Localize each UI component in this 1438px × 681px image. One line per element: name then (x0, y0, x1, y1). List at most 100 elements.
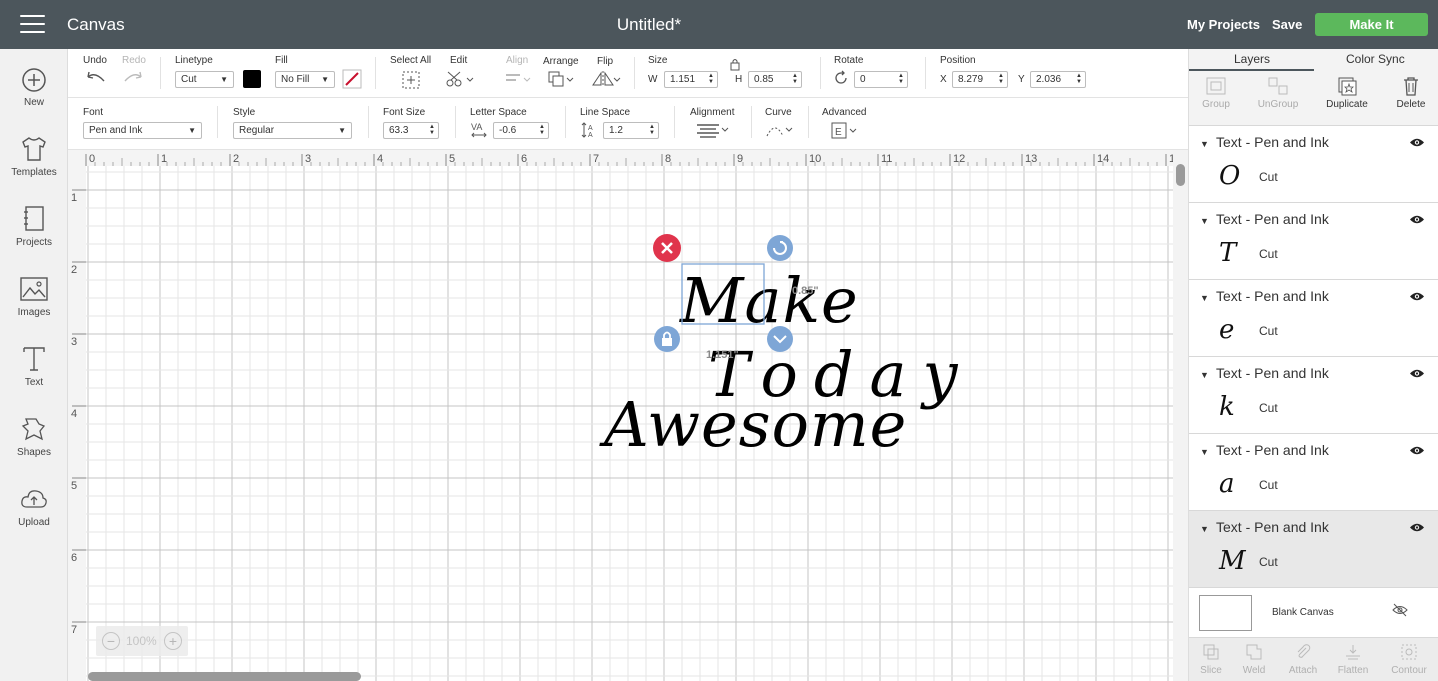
width-input[interactable]: 1.151 ▲ ▼ (664, 71, 718, 88)
align-icon[interactable] (504, 71, 532, 87)
select-all-icon[interactable] (401, 70, 421, 90)
arrange-label: Arrange (543, 56, 579, 67)
group-button[interactable]: Group (1186, 73, 1246, 110)
document-title[interactable]: Untitled* (0, 15, 1298, 35)
blank-canvas-swatch[interactable] (1199, 595, 1252, 631)
canvas-grid[interactable]: 01234567891011121314151234567MakeTodayAw… (68, 150, 1173, 681)
flatten-button[interactable]: Flatten (1328, 643, 1378, 676)
ruler-left (68, 166, 86, 681)
height-input[interactable]: 0.85 ▲ ▼ (748, 71, 802, 88)
ungroup-button[interactable]: UnGroup (1248, 73, 1308, 110)
redo-icon[interactable] (122, 71, 144, 87)
zoom-in-button[interactable]: + (164, 632, 182, 650)
duplicate-button[interactable]: Duplicate (1317, 73, 1377, 110)
ruler-top-label: 7 (593, 153, 599, 165)
zoom-out-button[interactable]: − (102, 632, 120, 650)
font-size-input[interactable]: 63.3 ▲ ▼ (383, 122, 439, 139)
undo-icon[interactable] (85, 71, 107, 87)
linetype-select[interactable]: Cut ▼ (175, 71, 234, 88)
expand-caret-icon[interactable]: ▼ (1200, 447, 1209, 457)
my-projects-link[interactable]: My Projects (1187, 17, 1260, 32)
sidebar-item-label: Upload (18, 517, 50, 528)
eye-icon[interactable] (1409, 214, 1425, 225)
line-space-input[interactable]: 1.2 ▲ ▼ (603, 122, 659, 139)
eye-icon[interactable] (1409, 291, 1425, 302)
layer-item[interactable]: ▼ Text - Pen and Ink T Cut (1189, 202, 1438, 279)
rotate-value: 0 (860, 74, 866, 85)
expand-caret-icon[interactable]: ▼ (1200, 139, 1209, 149)
layer-thumbnail: M (1219, 546, 1246, 576)
expand-caret-icon[interactable]: ▼ (1200, 293, 1209, 303)
edit-toolbar: Undo Redo Linetype Cut ▼ Fill No Fill ▼ Se… (68, 49, 1188, 98)
lock-ratio-icon[interactable] (729, 58, 741, 71)
design-canvas[interactable]: 01234567891011121314151234567MakeTodayAw… (68, 150, 1188, 681)
linetype-color-swatch[interactable] (243, 70, 261, 88)
eye-icon[interactable] (1409, 368, 1425, 379)
align-label: Align (506, 55, 529, 66)
horizontal-scroll-thumb[interactable] (88, 672, 361, 681)
eye-icon[interactable] (1409, 522, 1425, 533)
sidebar-item-images[interactable]: Images (0, 275, 68, 318)
layer-item-selected[interactable]: ▼ Text - Pen and Ink M Cut (1189, 510, 1438, 587)
weld-button[interactable]: Weld (1229, 643, 1279, 676)
sidebar-item-text[interactable]: Text (0, 345, 68, 388)
flip-icon[interactable] (591, 70, 621, 88)
sidebar-item-templates[interactable]: Templates (0, 135, 68, 178)
no-fill-swatch-icon[interactable] (342, 69, 362, 89)
curve-icon[interactable] (765, 122, 793, 138)
image-icon (20, 277, 48, 301)
layer-item[interactable]: ▼ Text - Pen and Ink a Cut (1189, 433, 1438, 510)
vertical-scroll-thumb[interactable] (1176, 164, 1185, 186)
attach-button[interactable]: Attach (1278, 643, 1328, 676)
advanced-icon[interactable]: E (831, 122, 859, 140)
font-label: Font (83, 107, 104, 118)
eye-icon[interactable] (1409, 137, 1425, 148)
arrange-icon[interactable] (547, 70, 575, 88)
make-it-button[interactable]: Make It (1315, 13, 1428, 36)
tab-color-sync[interactable]: Color Sync (1346, 52, 1405, 66)
sidebar-item-upload[interactable]: Upload (0, 485, 68, 528)
size-label: Size (648, 55, 668, 66)
letter-space-icon: VA (471, 122, 487, 138)
contour-button[interactable]: Contour (1384, 643, 1434, 676)
rotate-icon[interactable] (833, 70, 849, 86)
style-value: Regular (239, 125, 275, 136)
font-select[interactable]: Pen and Ink ▼ (83, 122, 202, 139)
delete-button[interactable]: Delete (1381, 73, 1438, 110)
position-x-input[interactable]: 8.279 ▲ ▼ (952, 71, 1008, 88)
letter-space-input[interactable]: -0.6 ▲ ▼ (493, 122, 549, 139)
delete-label: Delete (1396, 99, 1426, 110)
sidebar-item-label: Images (17, 307, 51, 318)
position-y-input[interactable]: 2.036 ▲ ▼ (1030, 71, 1086, 88)
edit-scissors-icon[interactable] (446, 70, 474, 88)
notebook-icon (24, 206, 44, 231)
sidebar-item-new[interactable]: New (0, 67, 68, 108)
x-letter: X (940, 74, 947, 85)
ungroup-label: UnGroup (1257, 99, 1299, 110)
contour-icon (1401, 644, 1417, 660)
text-alignment-icon[interactable] (696, 123, 730, 139)
eye-icon[interactable] (1409, 445, 1425, 456)
tab-layers[interactable]: Layers (1234, 52, 1270, 66)
cloud-upload-icon (21, 490, 47, 508)
rotate-label: Rotate (834, 55, 864, 66)
ruler-left-label: 4 (71, 408, 77, 420)
layer-item[interactable]: ▼ Text - Pen and Ink O Cut (1189, 125, 1438, 202)
fill-select[interactable]: No Fill ▼ (275, 71, 335, 88)
group-label: Group (1202, 99, 1230, 110)
expand-caret-icon[interactable]: ▼ (1200, 370, 1209, 380)
layer-item[interactable]: ▼ Text - Pen and Ink k Cut (1189, 356, 1438, 433)
layer-thumbnail: e (1219, 315, 1235, 345)
vertical-scrollbar[interactable] (1173, 150, 1188, 681)
blank-canvas-layer[interactable]: Blank Canvas (1189, 587, 1438, 637)
expand-caret-icon[interactable]: ▼ (1200, 216, 1209, 226)
sidebar-item-shapes[interactable]: Shapes (0, 415, 68, 458)
width-value: 1.151 (670, 74, 696, 85)
style-select[interactable]: Regular ▼ (233, 122, 352, 139)
rotate-input[interactable]: 0 ▲ ▼ (854, 71, 908, 88)
layer-item[interactable]: ▼ Text - Pen and Ink e Cut (1189, 279, 1438, 356)
save-link[interactable]: Save (1272, 17, 1302, 32)
hidden-eye-icon[interactable] (1392, 603, 1408, 617)
sidebar-item-projects[interactable]: Projects (0, 205, 68, 248)
expand-caret-icon[interactable]: ▼ (1200, 524, 1209, 534)
